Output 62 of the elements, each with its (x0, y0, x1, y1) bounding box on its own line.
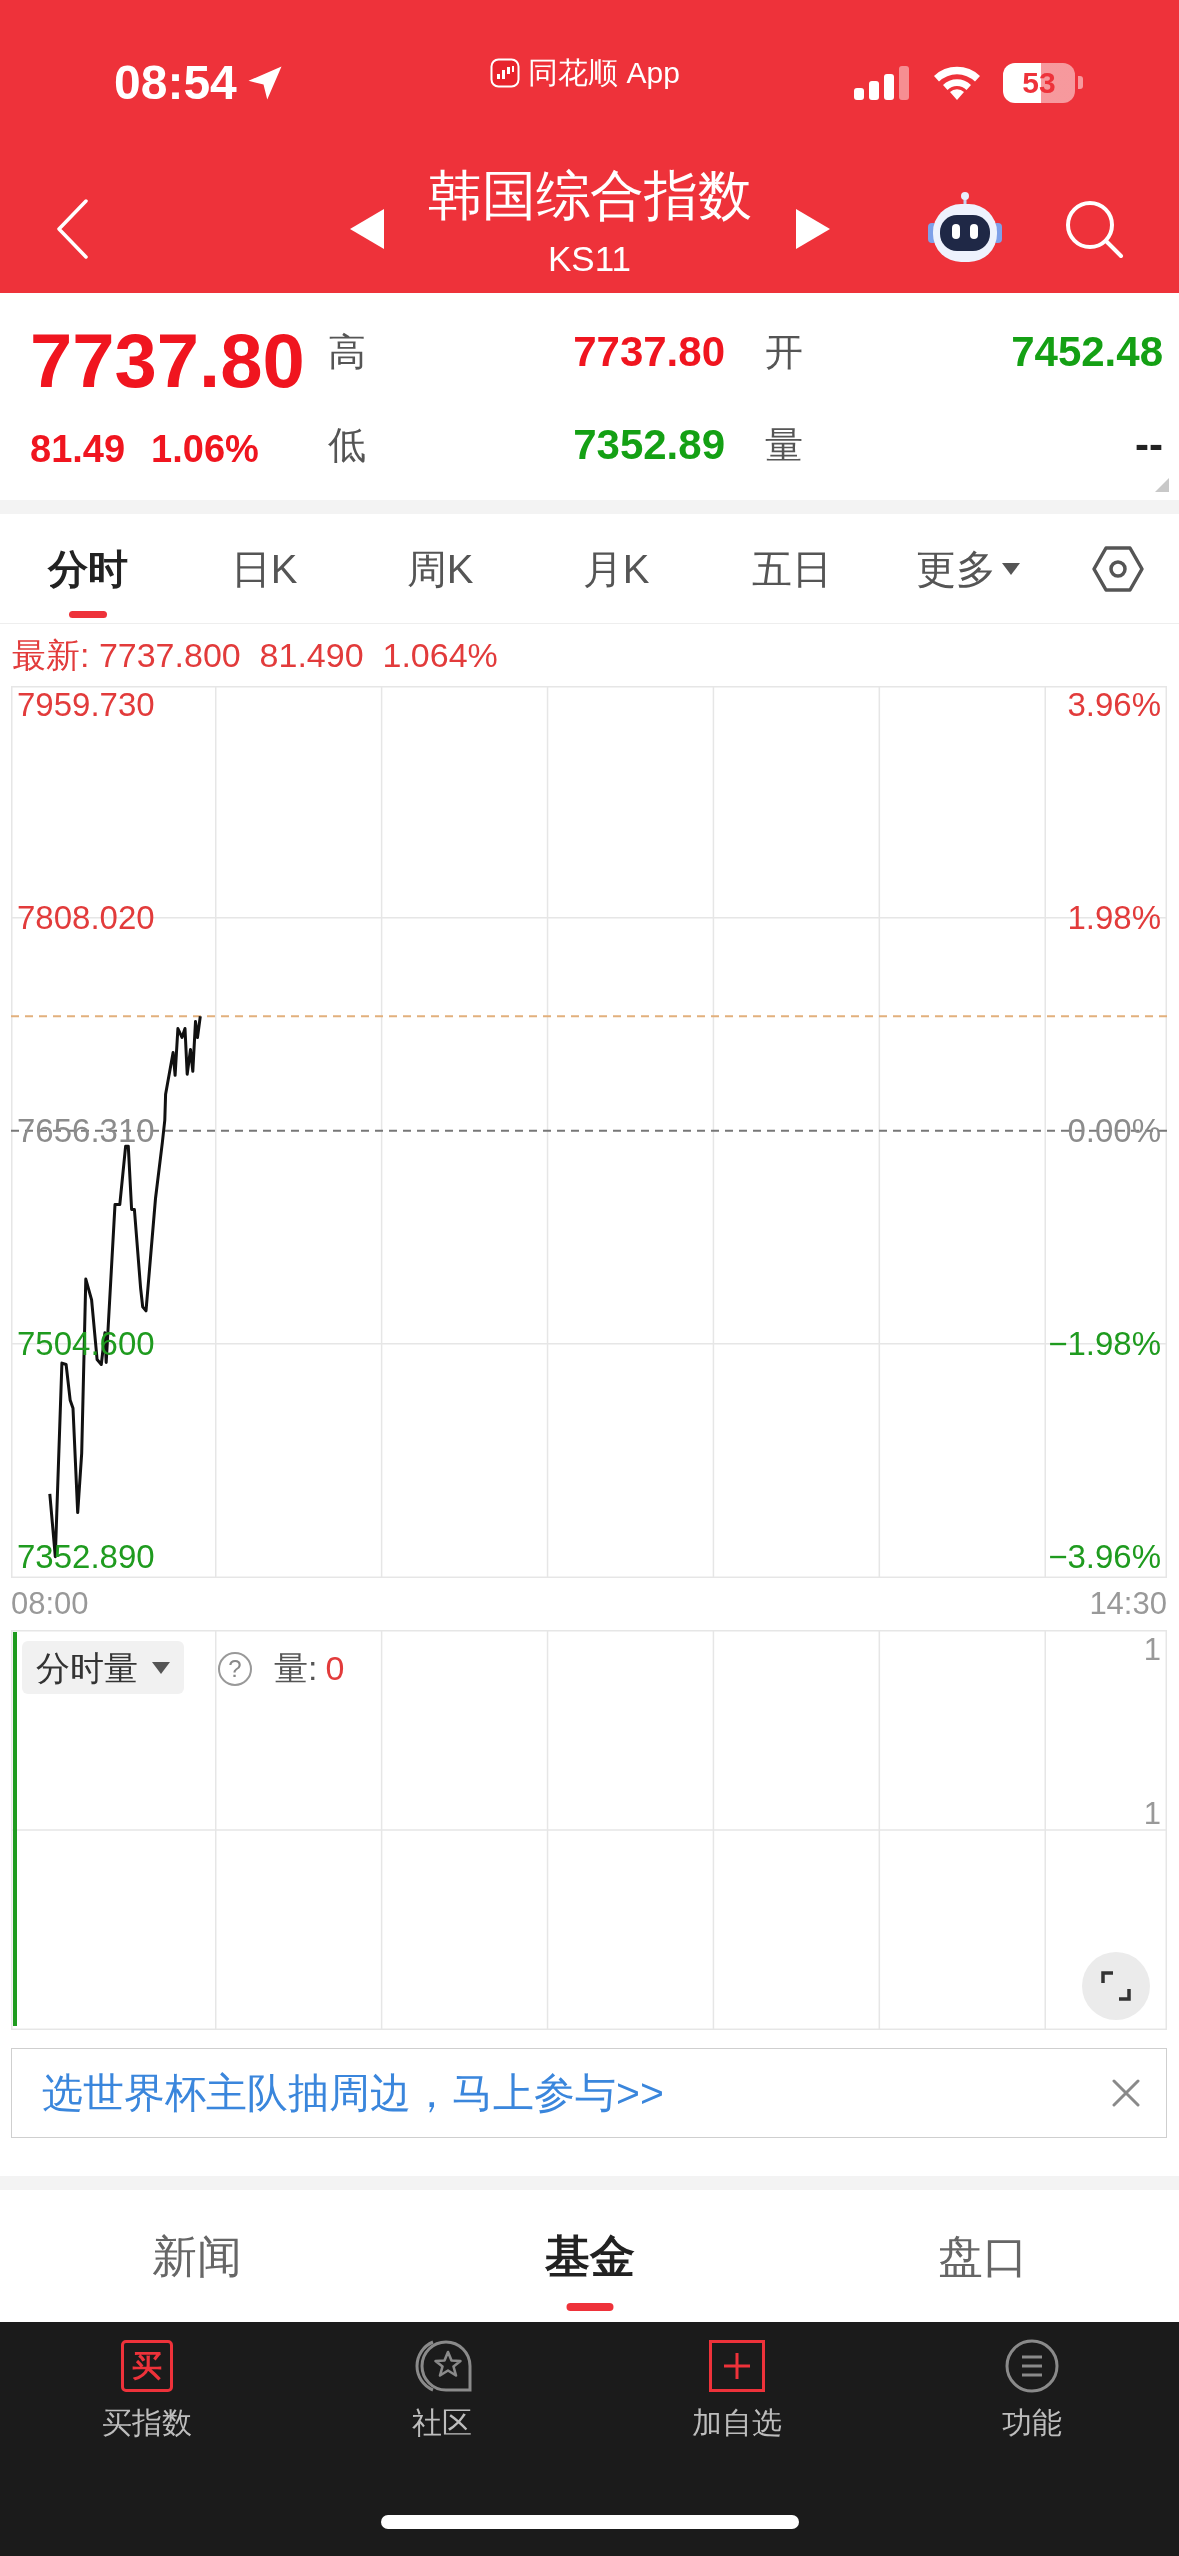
stat-label: 高 (328, 333, 366, 371)
nav-button[interactable]: 加自选 (589, 2337, 885, 2443)
back-icon[interactable] (54, 198, 90, 260)
back-to-app-link[interactable]: 同花顺 App (490, 57, 680, 88)
section-tab[interactable]: 盘口 (786, 2190, 1179, 2322)
stat-value: 7452.48 (1011, 331, 1163, 373)
price-axis-label: 7808.020 (17, 900, 155, 935)
period-tab[interactable]: 五日 (704, 514, 880, 623)
close-icon[interactable] (1112, 2079, 1140, 2107)
percent-change: 1.06% (151, 430, 259, 468)
menu-icon (1004, 2339, 1059, 2393)
caret-down-icon (152, 1661, 170, 1674)
section-tab[interactable]: 基金 (393, 2190, 786, 2322)
location-arrow-icon (246, 64, 283, 101)
volume-axis-label: 1 (1143, 1634, 1161, 1665)
stat-label: 开 (765, 333, 803, 371)
time-axis-label: 08:00 (11, 1588, 89, 1619)
add-icon (708, 2340, 765, 2392)
search-icon[interactable] (1064, 199, 1124, 259)
corner-triangle-icon (1155, 478, 1169, 492)
percent-axis-label: 1.98% (1067, 900, 1161, 935)
status-time: 08:54 (114, 58, 237, 107)
promo-link[interactable]: 选世界杯主队抽周边，马上参与>> (42, 2072, 664, 2114)
stat-label: 低 (328, 426, 366, 464)
latest-quote-line: 最新: 7737.800 81.490 1.064% (12, 638, 498, 672)
percent-axis-label: −3.96% (1048, 1539, 1161, 1574)
price-axis-label: 7656.310 (17, 1113, 155, 1148)
volume-value: 0 (325, 1651, 345, 1685)
period-tab[interactable]: 日K (176, 514, 352, 623)
period-tab[interactable]: 分时 (0, 514, 176, 623)
percent-axis-label: 0.00% (1067, 1113, 1161, 1148)
nav-button[interactable]: 功能 (884, 2337, 1179, 2443)
app-icon (490, 57, 521, 88)
last-price: 7737.80 (30, 317, 306, 405)
time-axis-label: 14:30 (1089, 1588, 1167, 1619)
help-icon[interactable]: ? (218, 1652, 252, 1686)
percent-axis-label: 3.96% (1067, 687, 1161, 722)
volume-axis-label: 1 (1143, 1798, 1161, 1829)
index-title: 韩国综合指数 (427, 164, 752, 226)
stat-label: 量 (765, 426, 803, 464)
period-tab[interactable]: 更多 (880, 514, 1056, 623)
section-tab[interactable]: 新闻 (0, 2190, 393, 2322)
stat-value: 7352.89 (573, 424, 725, 466)
index-code: KS11 (548, 240, 631, 278)
period-tab[interactable]: 月K (528, 514, 704, 623)
volume-label: 量: (274, 1651, 318, 1685)
nav-button[interactable]: 买 买指数 (0, 2337, 295, 2443)
buy-icon: 买 (121, 2340, 174, 2392)
settings-icon[interactable] (1090, 544, 1145, 593)
percent-axis-label: −1.98% (1048, 1326, 1161, 1361)
previous-arrow-icon[interactable] (349, 209, 384, 249)
expand-icon (1100, 1970, 1132, 2002)
next-arrow-icon[interactable] (795, 209, 830, 249)
stat-value: 7737.80 (573, 331, 725, 373)
stat-value: -- (1135, 424, 1163, 466)
price-change: 81.49 (30, 430, 126, 468)
period-tab[interactable]: 周K (352, 514, 528, 623)
volume-type-dropdown[interactable]: 分时量 (22, 1641, 184, 1694)
nav-button[interactable]: 社区 (294, 2337, 590, 2443)
price-axis-label: 7352.890 (17, 1539, 155, 1574)
signal-icon (854, 65, 911, 100)
price-axis-label: 7959.730 (17, 687, 155, 722)
